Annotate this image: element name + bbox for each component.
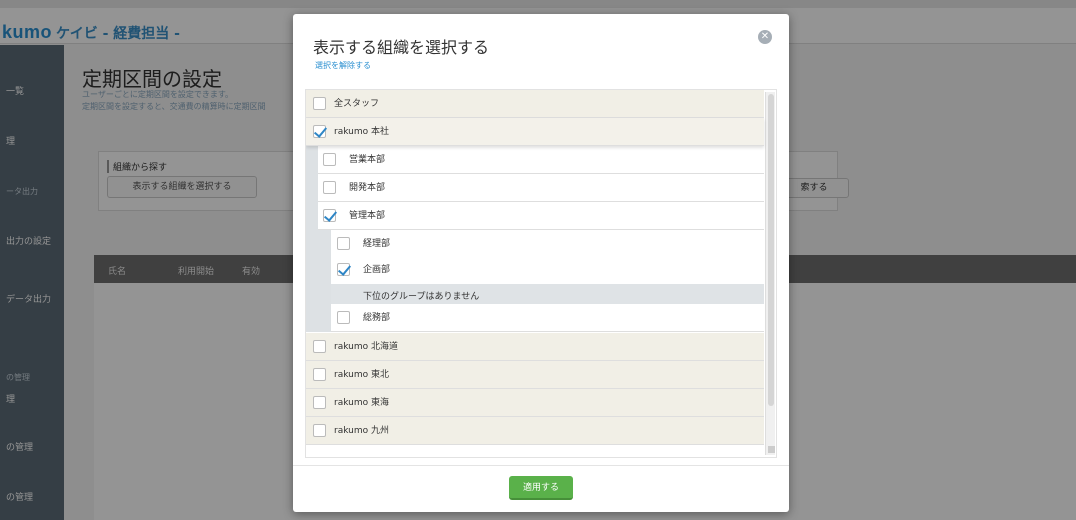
org-item-hokkaido[interactable]: rakumo 北海道 (306, 333, 764, 361)
scrollbar-thumb[interactable] (768, 94, 774, 406)
org-item-label: rakumo 九州 (334, 426, 389, 436)
apply-button[interactable]: 適用する (509, 476, 573, 500)
indent-strip (318, 230, 331, 332)
org-select-modal: 表示する組織を選択する ✕ 選択を解除する 全スタッフ rakumo 本社 営業… (293, 14, 789, 512)
org-item-label: rakumo 東海 (334, 398, 389, 408)
org-item-label: 総務部 (363, 313, 391, 323)
org-item-tokai[interactable]: rakumo 東海 (306, 389, 764, 417)
org-item-all-staff[interactable]: 全スタッフ (306, 90, 764, 118)
checkbox-checked[interactable] (313, 125, 326, 138)
checkbox[interactable] (313, 396, 326, 409)
org-item-label: 企画部 (363, 265, 391, 275)
org-item-label: rakumo 北海道 (334, 342, 398, 352)
checkbox-checked[interactable] (337, 263, 350, 276)
org-item-accounting[interactable]: 経理部 (331, 230, 764, 258)
org-item-kyushu[interactable]: rakumo 九州 (306, 417, 764, 445)
org-item-label: rakumo 東北 (334, 370, 389, 380)
checkbox[interactable] (313, 368, 326, 381)
modal-title: 表示する組織を選択する (313, 38, 490, 57)
list-scrollbar[interactable] (765, 92, 775, 455)
clear-selection-link[interactable]: 選択を解除する (315, 60, 371, 71)
checkbox-checked[interactable] (323, 209, 336, 222)
checkbox[interactable] (313, 340, 326, 353)
no-subgroups-text: 下位のグループはありません (363, 292, 480, 302)
org-item-label: 開発本部 (349, 183, 386, 193)
org-item-sales[interactable]: 営業本部 (318, 146, 764, 174)
checkbox[interactable] (337, 237, 350, 250)
checkbox[interactable] (323, 181, 336, 194)
org-list: 全スタッフ rakumo 本社 営業本部 開発本部 管理本部 経理部 企画部 下… (305, 89, 777, 458)
org-item-label: 管理本部 (349, 211, 386, 221)
checkbox[interactable] (313, 97, 326, 110)
org-item-label: 経理部 (363, 239, 391, 249)
checkbox[interactable] (337, 311, 350, 324)
scrollbar-arrow[interactable] (768, 446, 775, 453)
indent-strip (306, 146, 318, 332)
close-icon[interactable]: ✕ (758, 30, 772, 44)
org-item-planning[interactable]: 企画部 (331, 256, 764, 284)
org-item-rakumo-hq[interactable]: rakumo 本社 (306, 118, 764, 146)
checkbox[interactable] (323, 153, 336, 166)
org-item-tohoku[interactable]: rakumo 東北 (306, 361, 764, 389)
no-subgroups-notice: 下位のグループはありません (331, 284, 764, 304)
org-item-general-affairs[interactable]: 総務部 (331, 304, 764, 332)
checkbox[interactable] (313, 424, 326, 437)
org-item-label: 営業本部 (349, 155, 386, 165)
modal-footer: 適用する (293, 465, 789, 512)
org-item-label: 全スタッフ (334, 99, 380, 109)
org-item-label: rakumo 本社 (334, 127, 389, 137)
org-item-dev[interactable]: 開発本部 (318, 174, 764, 202)
org-item-admin[interactable]: 管理本部 (318, 202, 764, 230)
